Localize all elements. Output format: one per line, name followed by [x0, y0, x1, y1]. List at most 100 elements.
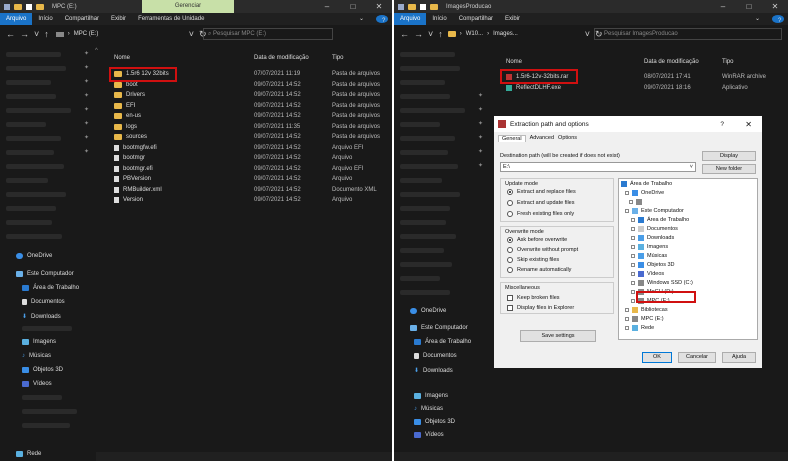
chevron-down-icon[interactable]: ˅	[690, 163, 693, 171]
destination-path-input[interactable]: E:\ ˅	[500, 162, 696, 172]
table-row[interactable]: sources 09/07/2021 14:52 Pasta de arquivos	[108, 132, 392, 142]
table-row[interactable]: bootmgr 09/07/2021 14:52 Arquivo	[108, 153, 392, 163]
forward-icon[interactable]: →	[20, 29, 29, 39]
breadcrumb[interactable]: › MPC (E:)	[55, 31, 184, 37]
display-button[interactable]: Display	[702, 151, 756, 161]
minimize-icon[interactable]: –	[314, 0, 340, 13]
checkbox-keep-broken[interactable]: Keep broken files	[507, 295, 560, 301]
tree-item[interactable]: Imagens	[631, 244, 668, 250]
save-settings-button[interactable]: Save settings	[520, 330, 596, 342]
table-row[interactable]: bootmgfw.efi 09/07/2021 14:52 Arquivo EFI	[108, 143, 392, 153]
column-header-date[interactable]: Data de modificação	[254, 55, 309, 61]
sidebar-item-rede[interactable]: Rede	[16, 451, 41, 457]
sidebar-item-documentos[interactable]: Documentos	[414, 353, 457, 359]
sidebar-item-area-de-trabalho[interactable]: Área de Trabalho	[414, 339, 471, 345]
column-header-type[interactable]: Tipo	[722, 59, 733, 65]
expand-icon[interactable]	[631, 218, 635, 222]
tree-item[interactable]: OneDrive	[625, 190, 664, 196]
sidebar-item-downloads[interactable]: ⬇ Downloads	[22, 313, 61, 321]
recent-chevron-icon[interactable]: ˅	[428, 29, 433, 39]
up-icon[interactable]: ↑	[44, 29, 49, 39]
expand-icon[interactable]	[625, 191, 629, 195]
expand-icon[interactable]	[631, 299, 635, 303]
ribbon-tab-compartilhar[interactable]: Compartilhar	[59, 13, 105, 25]
sidebar-item-downloads[interactable]: ⬇ Downloads	[414, 367, 453, 375]
sidebar-scroll-up-icon[interactable]: ^	[95, 48, 98, 54]
radio-ask-overwrite[interactable]: Ask before overwrite	[507, 237, 567, 243]
ribbon-tab-arquivo[interactable]: Arquivo	[0, 13, 33, 25]
chevron-down-icon[interactable]: ⌄	[353, 13, 370, 25]
sidebar-item-objetos-3d[interactable]: Objetos 3D	[414, 419, 455, 425]
sidebar-item-objetos-3d[interactable]: Objetos 3D	[22, 367, 63, 373]
sidebar-item-onedrive[interactable]: OneDrive	[410, 308, 446, 314]
expand-icon[interactable]	[625, 308, 629, 312]
maximize-icon[interactable]: □	[736, 0, 762, 13]
column-header-name[interactable]: Nome	[506, 59, 522, 65]
tree-item[interactable]: Documentos	[631, 226, 678, 232]
sidebar-item-onedrive[interactable]: OneDrive	[16, 253, 52, 259]
tree-item[interactable]: Rede	[625, 325, 654, 331]
table-row[interactable]: Drivers 09/07/2021 14:52 Pasta de arquivos	[108, 90, 392, 100]
help-icon[interactable]: ?	[376, 15, 388, 24]
expand-icon[interactable]	[631, 245, 635, 249]
radio-overwrite-no-prompt[interactable]: Overwrite without prompt	[507, 247, 578, 253]
ribbon-tab-exibir[interactable]: Exibir	[499, 13, 526, 25]
expand-icon[interactable]	[625, 326, 629, 330]
folder-tree[interactable]: Área de Trabalho OneDrive Este Computador Á…	[618, 178, 758, 340]
minimize-icon[interactable]: –	[710, 0, 736, 13]
sidebar-item-musicas[interactable]: ♪ Músicas	[22, 353, 51, 359]
sidebar-item-este-computador[interactable]: Este Computador	[16, 271, 74, 277]
cancel-button[interactable]: Cancelar	[678, 352, 716, 363]
quick-access-icon[interactable]	[420, 3, 426, 10]
close-icon[interactable]: ✕	[745, 120, 752, 129]
ribbon-tab-ferramentas[interactable]: Ferramentas de Unidade	[132, 13, 210, 25]
close-icon[interactable]: ✕	[366, 0, 392, 13]
expand-icon[interactable]	[631, 281, 635, 285]
radio-skip-existing[interactable]: Skip existing files	[507, 257, 559, 263]
tree-item[interactable]: Vídeos	[631, 271, 664, 277]
up-icon[interactable]: ↑	[438, 29, 443, 39]
back-icon[interactable]: ←	[400, 29, 409, 39]
sidebar-item-musicas[interactable]: ♪ Músicas	[414, 406, 443, 412]
sidebar-item-imagens[interactable]: Imagens	[414, 393, 448, 399]
radio-extract-replace[interactable]: Extract and replace files	[507, 189, 576, 195]
ribbon-tab-arquivo[interactable]: Arquivo	[394, 13, 427, 25]
tree-item[interactable]: Bibliotecas	[625, 307, 668, 313]
ribbon-tab-inicio[interactable]: Início	[426, 13, 452, 25]
ok-button[interactable]: OK	[642, 352, 672, 363]
expand-icon[interactable]	[631, 263, 635, 267]
close-icon[interactable]: ✕	[762, 0, 788, 13]
tree-item[interactable]: Músicas	[631, 253, 667, 259]
quick-access-icon[interactable]	[26, 3, 32, 10]
table-row[interactable]: PBVersion 09/07/2021 14:52 Arquivo	[108, 174, 392, 184]
ribbon-tab-compartilhar[interactable]: Compartilhar	[453, 13, 499, 25]
tree-item[interactable]: Downloads	[631, 235, 674, 241]
table-row[interactable]: Version 09/07/2021 14:52 Arquivo	[108, 195, 392, 205]
table-row[interactable]: ReflectDLHF.exe 09/07/2021 18:16 Aplicativ…	[500, 83, 784, 93]
table-row[interactable]: EFI 09/07/2021 14:52 Pasta de arquivos	[108, 101, 392, 111]
new-folder-icon[interactable]	[430, 3, 438, 10]
expand-icon[interactable]	[629, 200, 633, 204]
new-folder-icon[interactable]	[36, 3, 44, 10]
column-header-type[interactable]: Tipo	[332, 55, 343, 61]
tree-item[interactable]: Área de Trabalho	[621, 181, 672, 187]
help-icon[interactable]: ?	[720, 121, 724, 128]
address-dropdown-icon[interactable]: ˅	[189, 29, 194, 39]
sidebar-item-videos[interactable]: Vídeos	[22, 381, 52, 387]
tree-item[interactable]: Este Computador	[625, 208, 684, 214]
sidebar-item-area-de-trabalho[interactable]: Área de Trabalho	[22, 285, 79, 291]
radio-extract-update[interactable]: Extract and update files	[507, 200, 574, 206]
tab-options[interactable]: Options	[558, 135, 577, 142]
table-row[interactable]: en-us 09/07/2021 14:52 Pasta de arquivos	[108, 111, 392, 121]
table-row[interactable]: RMBuilder.xml 09/07/2021 14:52 Documento X…	[108, 185, 392, 195]
table-row[interactable]: logs 09/07/2021 11:35 Pasta de arquivos	[108, 122, 392, 132]
sidebar-item-documentos[interactable]: Documentos	[22, 299, 65, 305]
table-row[interactable]: bootmgr.efi 09/07/2021 14:52 Arquivo EFI	[108, 164, 392, 174]
expand-icon[interactable]	[631, 272, 635, 276]
tree-item[interactable]: Windows SSD (C:)	[631, 280, 693, 286]
manage-tab[interactable]: Gerenciar	[142, 0, 234, 13]
recent-chevron-icon[interactable]: ˅	[34, 29, 39, 39]
radio-rename-auto[interactable]: Rename automatically	[507, 267, 571, 273]
radio-fresh-existing[interactable]: Fresh existing files only	[507, 211, 574, 217]
expand-icon[interactable]	[625, 209, 629, 213]
